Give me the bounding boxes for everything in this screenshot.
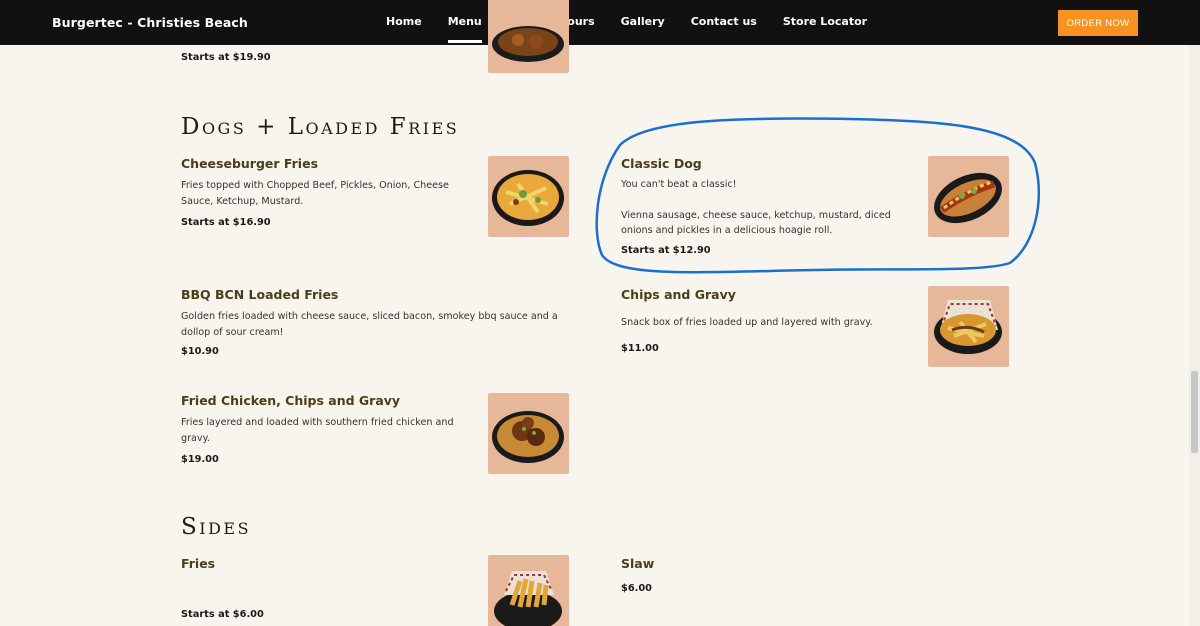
item-description: Vienna sausage, cheese sauce, ketchup, m… [621,209,891,237]
item-price: $10.90 [181,346,219,357]
section-title-sides: Sides [181,514,252,540]
nav-link-gallery[interactable]: Gallery [621,15,665,28]
menu-item-fried-chicken-chips-gravy[interactable]: Fried Chicken, Chips and Gravy Fries lay… [181,393,471,465]
menu-item-chips-and-gravy[interactable]: Chips and Gravy Snack box of fries loade… [621,287,911,354]
top-item-price: Starts at $19.90 [181,52,271,63]
order-now-button[interactable]: ORDER NOW [1058,10,1138,36]
top-item-image[interactable] [488,0,569,73]
top-nav-bar: Burgertec - Christies Beach Home Menu Tr… [0,0,1200,45]
fries-image[interactable] [488,555,569,626]
page-scrollbar[interactable] [1189,45,1200,626]
cheeseburger-fries-image[interactable] [488,156,569,237]
menu-item-classic-dog[interactable]: Classic Dog You can't beat a classic! Vi… [621,156,901,256]
fries-price: Starts at $6.00 [181,609,264,620]
nav-link-home[interactable]: Home [386,15,422,28]
item-price: $19.00 [181,454,219,465]
item-price: $6.00 [621,583,652,594]
item-description: Golden fries loaded with cheese sauce, s… [181,311,558,338]
item-price: Starts at $12.90 [621,244,711,256]
item-name: Chips and Gravy [621,287,736,302]
item-description: Snack box of fries loaded up and layered… [621,317,873,328]
item-name: Fried Chicken, Chips and Gravy [181,393,401,408]
nav-links: Home Menu Trading Hours Gallery Contact … [386,15,893,43]
item-name: BBQ BCN Loaded Fries [181,287,339,302]
fried-chicken-chips-gravy-image[interactable] [488,393,569,474]
classic-dog-image[interactable] [928,156,1009,237]
nav-link-contact[interactable]: Contact us [691,15,757,28]
item-description: Fries layered and loaded with southern f… [181,417,454,444]
item-description: Fries topped with Chopped Beef, Pickles,… [181,180,449,207]
menu-item-cheeseburger-fries[interactable]: Cheeseburger Fries Fries topped with Cho… [181,156,471,228]
item-name: Cheeseburger Fries [181,156,319,171]
scrollbar-thumb[interactable] [1191,371,1198,453]
item-name: Fries [181,556,216,571]
nav-link-store-locator[interactable]: Store Locator [783,15,867,28]
item-price: Starts at $16.90 [181,217,271,228]
item-price: $11.00 [621,342,659,354]
item-name: Classic Dog [621,156,702,171]
section-title-dogs-loaded-fries: Dogs + Loaded Fries [181,114,460,140]
menu-item-fries[interactable]: Fries [181,556,215,571]
brand-name[interactable]: Burgertec - Christies Beach [52,15,248,30]
item-tagline: You can't beat a classic! [621,179,737,190]
menu-item-bbq-bcn-loaded-fries[interactable]: BBQ BCN Loaded Fries Golden fries loaded… [181,287,571,357]
menu-item-slaw[interactable]: Slaw $6.00 [621,556,654,594]
nav-link-menu[interactable]: Menu [447,15,482,43]
chips-and-gravy-image[interactable] [928,286,1009,367]
item-name: Slaw [621,556,655,571]
